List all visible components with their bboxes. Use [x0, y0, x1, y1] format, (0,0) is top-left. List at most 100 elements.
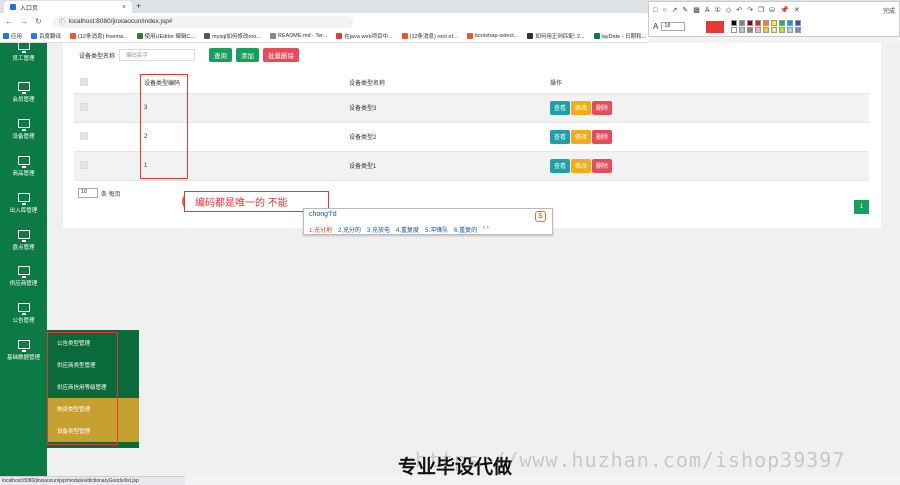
page-size-select[interactable]: 10	[78, 188, 98, 198]
ellipse-tool-icon[interactable]: ○	[662, 7, 666, 14]
bookmark-item[interactable]: README.md - Ter...	[269, 33, 327, 39]
font-size-select[interactable]: 18	[661, 22, 686, 31]
sidebar-item[interactable]: 基础数据管理	[0, 338, 47, 376]
color-swatch[interactable]	[747, 20, 754, 26]
browser-tab[interactable]: 入口页 ×	[4, 1, 132, 13]
bookmark-favicon-icon	[336, 33, 343, 39]
page-button-1[interactable]: 1	[854, 200, 869, 214]
ime-candidate[interactable]: 1.充分地	[309, 225, 332, 234]
sidebar-item-label: 盘点管理	[12, 245, 35, 251]
delete-button[interactable]: 删除	[592, 100, 613, 115]
sidebar-item[interactable]: 供应商管理	[0, 264, 47, 302]
done-button[interactable]: 完成	[883, 6, 895, 15]
color-swatch[interactable]	[787, 27, 794, 33]
info-icon[interactable]: ⓘ	[59, 17, 65, 26]
row-checkbox[interactable]	[80, 131, 88, 140]
ime-composition: chong'f'd	[309, 211, 337, 218]
sidebar-item[interactable]: 商品管理	[0, 154, 47, 192]
new-tab-button[interactable]: +	[136, 1, 141, 11]
query-button[interactable]: 查询	[209, 48, 233, 62]
bookmark-item[interactable]: mysql如何修改roo...	[203, 32, 261, 40]
view-button[interactable]: 查看	[550, 100, 571, 115]
current-color-swatch[interactable]	[706, 20, 725, 33]
sidebar-item[interactable]: 设备管理	[0, 117, 47, 155]
bookmark-item[interactable]: (12条消息) freema...	[70, 32, 128, 40]
bookmark-item[interactable]: bootstrap-select...	[466, 33, 518, 39]
select-all-checkbox[interactable]	[80, 77, 88, 86]
bookmark-item[interactable]: 在java web项目中...	[336, 32, 393, 40]
edit-button[interactable]: 修改	[571, 100, 592, 115]
color-swatch[interactable]	[747, 27, 754, 33]
color-swatch[interactable]	[739, 20, 746, 26]
bookmark-item[interactable]: 如何用正则匹配: 2...	[527, 32, 585, 40]
tab-close-icon[interactable]: ×	[122, 4, 126, 11]
rectangle-tool-icon[interactable]: □	[653, 7, 657, 14]
bookmark-favicon-icon	[466, 33, 473, 39]
close-icon[interactable]: ✕	[794, 6, 800, 14]
color-swatch[interactable]	[779, 27, 786, 33]
color-swatch[interactable]	[731, 27, 738, 33]
ime-candidate[interactable]: 5.冲锋队	[425, 225, 448, 234]
back-icon[interactable]: ←	[5, 17, 13, 26]
bookmark-item[interactable]: 使用UEditor 编辑C...	[136, 32, 195, 40]
tab-favicon-icon	[10, 4, 16, 10]
color-palette	[731, 20, 802, 33]
bookmark-item[interactable]: (12条消息) root of...	[401, 32, 458, 40]
view-button[interactable]: 查看	[550, 158, 571, 173]
redo-icon[interactable]: ↷	[747, 6, 753, 14]
color-swatch[interactable]	[763, 27, 770, 33]
ime-candidate[interactable]: ‹ ›	[483, 225, 489, 234]
eraser-tool-icon[interactable]: ◇	[726, 6, 731, 14]
text-tool-icon[interactable]: A	[705, 7, 710, 14]
arrow-tool-icon[interactable]: ↗	[671, 6, 677, 14]
save-icon[interactable]: ⛁	[769, 6, 775, 14]
copy-icon[interactable]: ❐	[758, 6, 764, 14]
color-swatch[interactable]	[763, 20, 770, 26]
mosaic-tool-icon[interactable]: ▩	[693, 6, 700, 14]
delete-button[interactable]: 删除	[592, 158, 613, 173]
color-swatch[interactable]	[755, 27, 762, 33]
sidebar-item[interactable]: 盘点管理	[0, 228, 47, 266]
bookmark-favicon-icon	[136, 33, 143, 39]
reload-icon[interactable]: ↻	[35, 17, 42, 26]
number-tool-icon[interactable]: ①	[715, 6, 721, 14]
color-swatch[interactable]	[731, 20, 738, 26]
forward-icon[interactable]: →	[20, 17, 28, 26]
search-bar: 设备类型名称 编码名字 查询 添加 批量删除	[79, 48, 300, 62]
cell-name: 设备类型3	[343, 93, 544, 123]
edit-button[interactable]: 修改	[571, 158, 592, 173]
view-button[interactable]: 查看	[550, 129, 571, 144]
sidebar-item[interactable]: 员工管理	[0, 39, 47, 77]
ime-candidate[interactable]: 6.重复的	[454, 225, 477, 234]
color-swatch[interactable]	[779, 20, 786, 26]
sidebar-item[interactable]: 会员管理	[0, 80, 47, 118]
color-swatch[interactable]	[787, 20, 794, 26]
color-swatch[interactable]	[755, 20, 762, 26]
row-checkbox[interactable]	[80, 102, 88, 111]
pen-tool-icon[interactable]: ✎	[682, 6, 688, 14]
device-type-table: 设备类型编码 设备类型名称 操作 3 设备类型3 查看 修改 删除 2 设备类型2 查看 修改删…	[74, 73, 869, 181]
delete-button[interactable]: 删除	[592, 129, 613, 144]
sidebar-item[interactable]: 出入库管理	[0, 191, 47, 229]
watermark-text: 专业毕设代做	[398, 456, 513, 478]
color-swatch[interactable]	[771, 20, 778, 26]
sidebar-item[interactable]: 公告管理	[0, 301, 47, 339]
color-swatch[interactable]	[771, 27, 778, 33]
pin-icon[interactable]: 📌	[780, 6, 789, 14]
batch-delete-button[interactable]: 批量删除	[263, 48, 300, 62]
sidebar-item-label: 供应商管理	[9, 281, 38, 287]
table-row: 3 设备类型3 查看 修改 删除	[74, 93, 869, 123]
ime-candidate[interactable]: 4.重复度	[396, 225, 419, 234]
color-swatch[interactable]	[795, 27, 802, 33]
ime-candidate[interactable]: 3.充放电	[367, 225, 390, 234]
add-button[interactable]: 添加	[236, 48, 260, 62]
bookmark-item[interactable]: layDate - 日期和...	[593, 32, 646, 40]
url-field[interactable]: ⓘ localhost:8080/jinxiaocun/index.jsp#	[52, 15, 353, 28]
row-checkbox[interactable]	[80, 160, 88, 169]
color-swatch[interactable]	[795, 20, 802, 26]
search-input[interactable]: 编码名字	[119, 49, 196, 61]
edit-button[interactable]: 修改	[571, 129, 592, 144]
undo-icon[interactable]: ↶	[736, 6, 742, 14]
color-swatch[interactable]	[739, 27, 746, 33]
ime-candidate[interactable]: 2.充分的	[338, 225, 361, 234]
